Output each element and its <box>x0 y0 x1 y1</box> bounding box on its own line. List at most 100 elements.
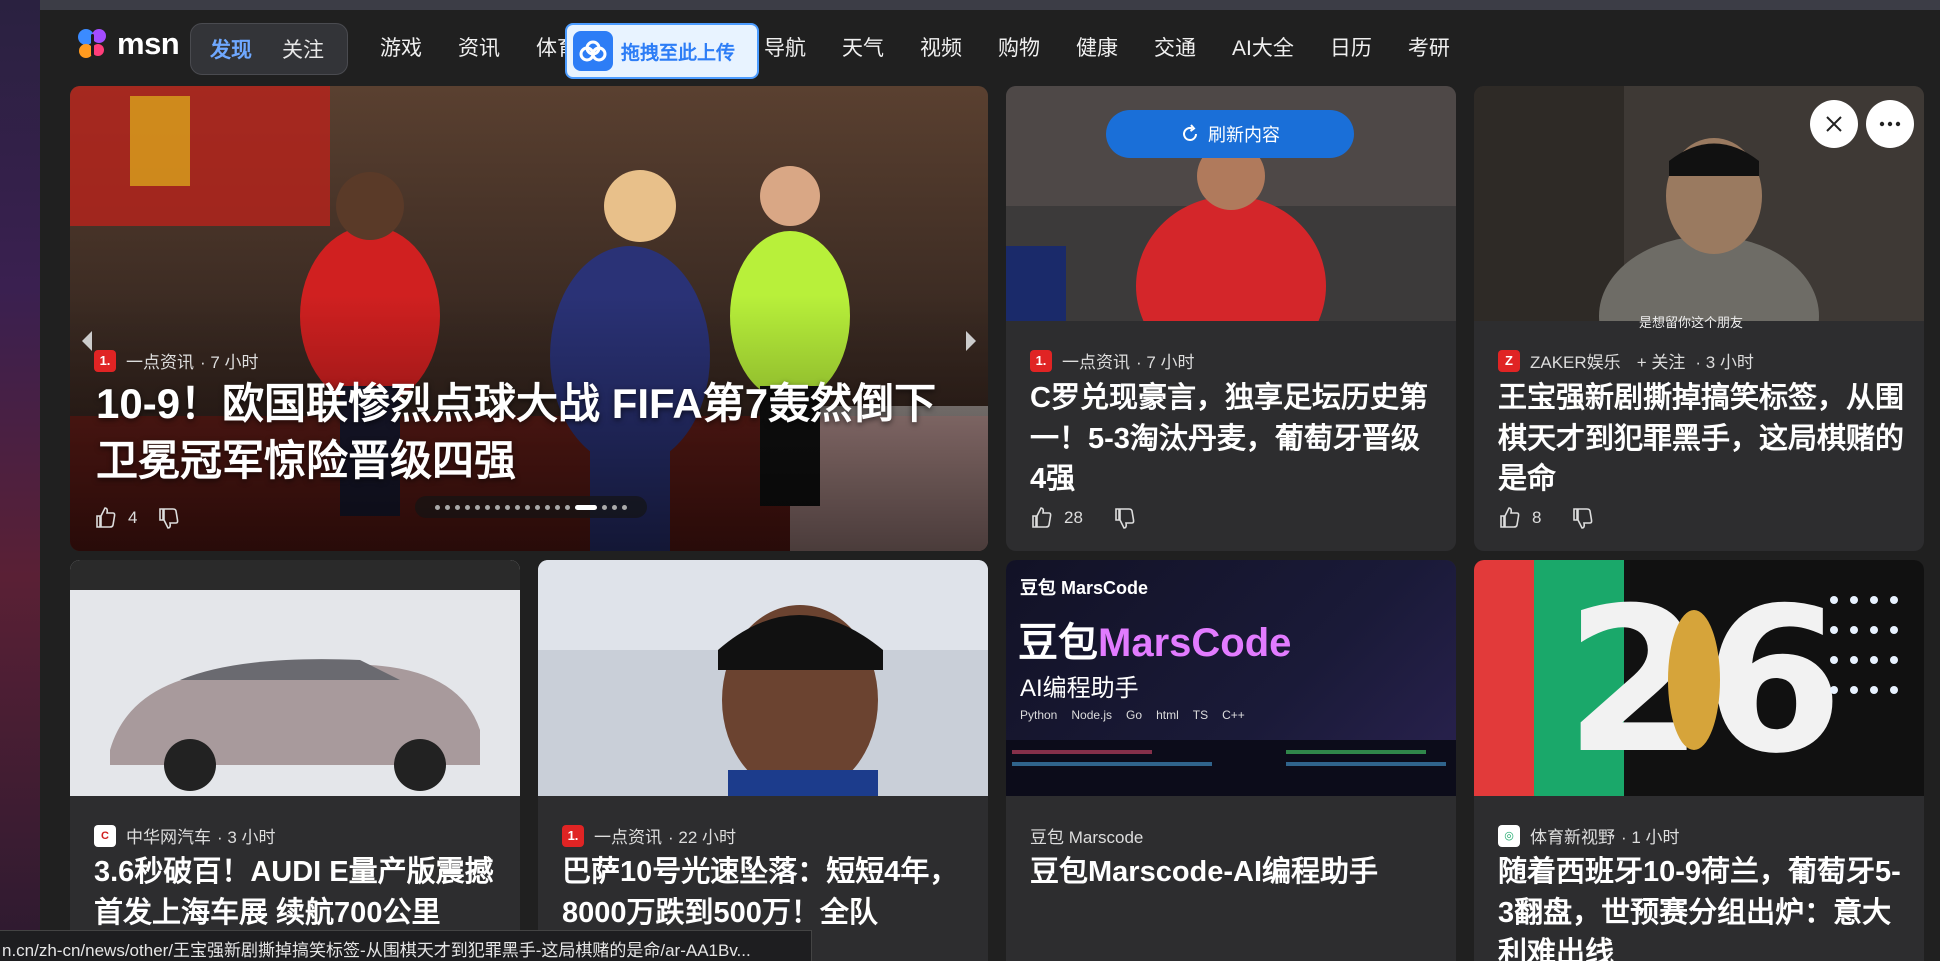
ad-title-b: MarsCode <box>1098 621 1292 665</box>
card-meta: Z ZAKER娱乐 + 关注 · 3 小时 <box>1498 348 1754 373</box>
image-subtitle: 是想留你这个朋友 <box>1639 315 1744 330</box>
dismiss-card-button[interactable] <box>1810 100 1858 148</box>
card-more-options-button[interactable] <box>1866 100 1914 148</box>
carousel-dot[interactable] <box>465 504 470 510</box>
status-bar-url: n.cn/zh-cn/news/other/王宝强新剧撕掉搞笑标签-从围棋天才到… <box>0 930 812 961</box>
drag-upload-overlay[interactable]: 拖拽至此上传 <box>565 23 759 79</box>
carousel-dot[interactable] <box>485 504 490 510</box>
hero-like-count: 4 <box>128 508 138 527</box>
tab-following[interactable]: 关注 <box>269 28 337 70</box>
carousel-dots[interactable] <box>415 496 647 518</box>
carousel-dot[interactable] <box>445 504 450 510</box>
thumbs-up-icon[interactable] <box>94 506 118 530</box>
nav-link-news[interactable]: 资讯 <box>458 32 500 62</box>
card-headline[interactable]: 巴萨10号光速坠落：短短4年，8000万跌到500万！全队 <box>562 852 962 933</box>
nav-link-games[interactable]: 游戏 <box>380 32 422 62</box>
lang-ts: TS <box>1192 708 1209 722</box>
ad-card-marscode[interactable]: 豆包 MarsCode 豆包MarsCode AI编程助手 Python Nod… <box>1006 560 1456 961</box>
yidian-source-icon: 1. <box>562 824 584 847</box>
close-icon <box>1826 116 1842 132</box>
lang-python: Python <box>1020 708 1058 722</box>
thumbs-down-icon[interactable] <box>1571 506 1595 530</box>
card-time: · 3 小时 <box>1695 353 1754 372</box>
hero-card[interactable]: 1. 一点资讯 · 7 小时 10-9！欧国联惨烈点球大战 FIFA第7轰然倒下… <box>70 86 988 551</box>
more-horizontal-icon <box>1879 121 1901 127</box>
card-time: · 7 小时 <box>1136 353 1195 372</box>
carousel-dot[interactable] <box>505 504 510 510</box>
carousel-next-button[interactable] <box>958 316 984 366</box>
card-headline[interactable]: 随着西班牙10-9荷兰，葡萄牙5-3翻盘，世预赛分组出炉：意大利难出线 <box>1498 852 1908 961</box>
card-meta: 豆包 Marscode <box>1030 823 1143 848</box>
chevron-left-icon <box>82 331 92 351</box>
card-reactions: 28 <box>1030 506 1137 530</box>
zaker-source-icon: Z <box>1498 349 1520 372</box>
nav-link-shopping[interactable]: 购物 <box>998 32 1040 62</box>
refresh-label: 刷新内容 <box>1208 125 1280 145</box>
thumbs-up-icon[interactable] <box>1030 506 1054 530</box>
news-card-barca[interactable]: 1. 一点资讯 · 22 小时 巴萨10号光速坠落：短短4年，8000万跌到50… <box>538 560 988 961</box>
carousel-dot[interactable] <box>515 504 520 510</box>
carousel-dot[interactable] <box>602 504 607 510</box>
carousel-dot-active[interactable] <box>575 504 597 510</box>
nav-link-weather[interactable]: 天气 <box>842 32 884 62</box>
yidian-source-icon: 1. <box>94 349 116 372</box>
carousel-dot[interactable] <box>555 504 560 510</box>
news-card-wangbaoqiang[interactable]: 是想留你这个朋友 Z ZAKER娱乐 + 关注 · 3 小时 王宝强新剧撕掉搞笑… <box>1474 86 1924 551</box>
browser-top-strip <box>40 0 1940 10</box>
carousel-dot[interactable] <box>612 504 617 510</box>
nav-link-health[interactable]: 健康 <box>1076 32 1118 62</box>
nav-link-navigation[interactable]: 导航 <box>764 32 806 62</box>
ad-title: 豆包MarsCode <box>1018 610 1291 668</box>
cnauto-source-icon: C <box>94 824 116 847</box>
lang-cpp: C++ <box>1222 708 1245 722</box>
card-headline[interactable]: 3.6秒破百！AUDI E量产版震撼首发上海车展 续航700公里 <box>94 852 504 933</box>
card-headline[interactable]: C罗兑现豪言，独享足坛历史第一！5-3淘汰丹麦，葡萄牙晋级4强 <box>1030 378 1430 500</box>
footballer-portrait-image <box>538 560 988 796</box>
sports-vision-source-icon: ◎ <box>1498 824 1520 847</box>
hero-headline[interactable]: 10-9！欧国联惨烈点球大战 FIFA第7轰然倒下 卫冕冠军惊险晋级四强 <box>96 376 956 489</box>
news-card-worldcup[interactable]: 26 ◎ 体育新视野 · 1 小时 随着西班牙10-9荷兰，葡萄牙5-3翻盘，世… <box>1474 560 1924 961</box>
desktop-edge <box>0 0 40 961</box>
nav-link-ai[interactable]: AI大全 <box>1232 32 1294 62</box>
card-meta: 1. 一点资讯 · 7 小时 <box>1030 348 1195 373</box>
card-source: 豆包 Marscode <box>1030 828 1144 847</box>
card-source: 中华网汽车 <box>126 828 211 847</box>
hero-meta: 1. 一点资讯 · 7 小时 <box>94 348 259 373</box>
nav-link-calendar[interactable]: 日历 <box>1330 32 1372 62</box>
carousel-dot[interactable] <box>545 504 550 510</box>
ad-code-snippet <box>1006 740 1456 796</box>
nav-link-traffic[interactable]: 交通 <box>1154 32 1196 62</box>
nav-link-exam[interactable]: 考研 <box>1408 32 1450 62</box>
thumbs-down-icon[interactable] <box>1113 506 1137 530</box>
card-meta: 1. 一点资讯 · 22 小时 <box>562 823 736 848</box>
carousel-dot[interactable] <box>455 504 460 510</box>
card-headline[interactable]: 王宝强新剧撕掉搞笑标签，从围棋天才到犯罪黑手，这局棋赌的是命 <box>1498 378 1908 500</box>
nav-link-video[interactable]: 视频 <box>920 32 962 62</box>
thumbs-down-icon[interactable] <box>157 506 181 530</box>
world-cup-trophy-image: 26 <box>1474 560 1924 796</box>
card-like-count: 8 <box>1532 508 1542 527</box>
carousel-dot[interactable] <box>535 504 540 510</box>
follow-button[interactable]: + 关注 <box>1637 348 1686 373</box>
carousel-dot[interactable] <box>622 504 627 510</box>
ad-language-list: Python Node.js Go html TS C++ <box>1020 708 1245 722</box>
carousel-dot[interactable] <box>435 504 440 510</box>
carousel-dot[interactable] <box>495 504 500 510</box>
card-source: 体育新视野 <box>1530 828 1615 847</box>
news-card-audi[interactable]: C 中华网汽车 · 3 小时 3.6秒破百！AUDI E量产版震撼首发上海车展 … <box>70 560 520 961</box>
category-links: 游戏 资讯 体育 导航 天气 视频 购物 健康 交通 AI大全 日历 考研 <box>380 32 1486 62</box>
thumbs-up-icon[interactable] <box>1498 506 1522 530</box>
lang-html: html <box>1156 708 1179 722</box>
refresh-content-button[interactable]: 刷新内容 <box>1106 110 1354 158</box>
carousel-dot[interactable] <box>525 504 530 510</box>
carousel-dot[interactable] <box>475 504 480 510</box>
upload-label: 拖拽至此上传 <box>621 42 736 64</box>
top-nav: msn 发现 关注 游戏 资讯 体育 导航 天气 视频 购物 健康 交通 AI大… <box>40 10 1940 90</box>
lang-go: Go <box>1126 708 1143 722</box>
card-headline[interactable]: 豆包Marscode-AI编程助手 <box>1030 852 1440 893</box>
marscode-ad-image: 豆包 MarsCode 豆包MarsCode AI编程助手 Python Nod… <box>1006 560 1456 796</box>
msn-butterfly-icon <box>78 29 106 58</box>
msn-logo[interactable]: msn <box>73 24 180 64</box>
tab-discover[interactable]: 发现 <box>197 28 265 70</box>
carousel-dot[interactable] <box>565 504 570 510</box>
